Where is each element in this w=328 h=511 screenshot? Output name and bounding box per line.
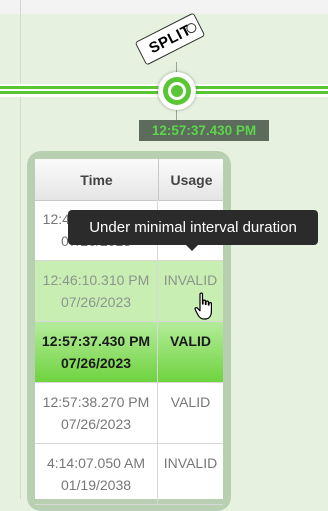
table-row-selected[interactable]: 12:57:37.430 PM 07/26/2023 VALID: [35, 322, 223, 383]
time-cell: 12:57:37.430 PM 07/26/2023: [35, 322, 158, 382]
marker-ring-icon: [163, 77, 191, 105]
table-row[interactable]: 12:57:38.270 PM 07/26/2023 VALID: [35, 383, 223, 444]
time-value: 12:46:10.310 PM: [42, 272, 150, 288]
table-row[interactable]: 4:14:07.050 AM 01/19/2038 INVALID: [35, 444, 223, 505]
top-strip-divider: [20, 0, 21, 14]
time-value: 4:14:07.050 AM: [46, 455, 146, 471]
column-header-time[interactable]: Time: [35, 159, 158, 200]
usage-cell: VALID: [170, 333, 211, 349]
time-value: 12:57:37.430 PM: [41, 333, 151, 349]
tooltip: Under minimal interval duration: [68, 210, 318, 245]
column-header-usage[interactable]: Usage: [158, 159, 224, 200]
date-value: 07/26/2023: [60, 355, 132, 371]
time-cell: 4:14:07.050 AM 01/19/2038: [35, 444, 158, 504]
top-strip: [0, 0, 328, 14]
tooltip-arrow-icon: [186, 245, 198, 251]
time-value: 12:57:38.270 PM: [42, 394, 150, 410]
date-value: 01/19/2038: [60, 477, 132, 493]
timeline-marker-handle[interactable]: [158, 72, 196, 110]
table-header: Time Usage: [35, 159, 223, 201]
date-value: 07/26/2023: [60, 294, 132, 310]
usage-cell: INVALID: [163, 455, 218, 471]
split-button[interactable]: SPLIT: [134, 12, 206, 66]
time-cell: 12:57:38.270 PM 07/26/2023: [35, 383, 158, 443]
usage-cell: VALID: [170, 394, 211, 410]
time-cell: 12:46:10.310 PM 07/26/2023: [35, 261, 158, 321]
hand-pointer-cursor-icon: [194, 292, 212, 320]
marker-time-label: 12:57:37.430 PM: [139, 120, 269, 141]
date-value: 07/26/2023: [60, 416, 132, 432]
